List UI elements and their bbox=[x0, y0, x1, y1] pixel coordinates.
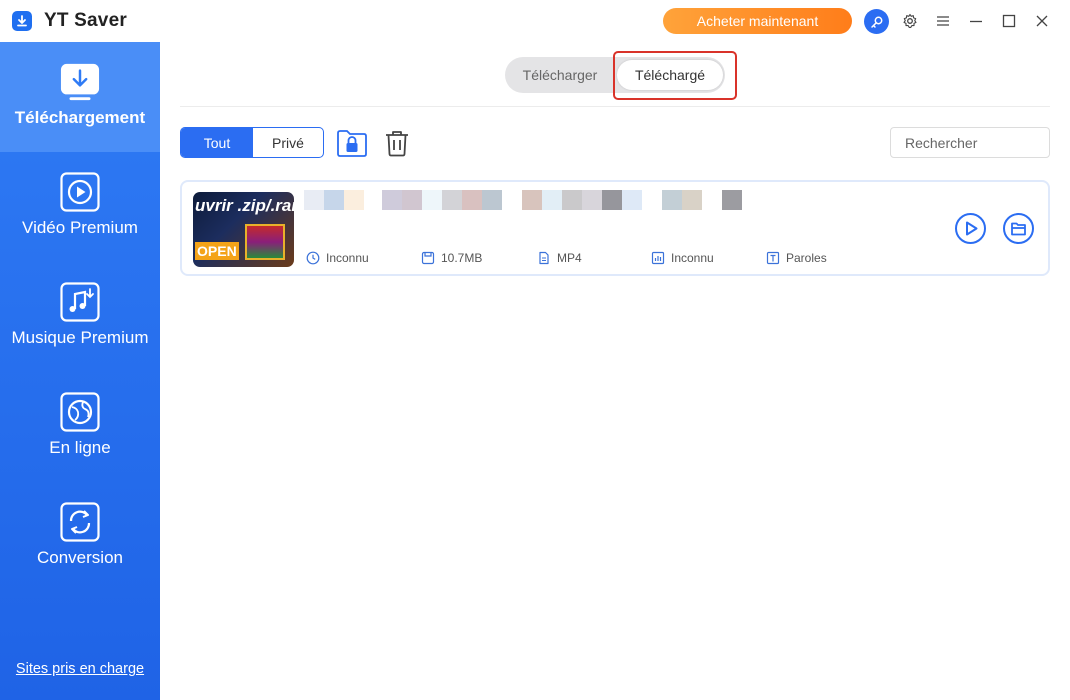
download-item-card[interactable]: uvrir .zip/.rar OPEN Inconnu 10.7MB MP4 … bbox=[180, 180, 1050, 276]
thumbnail-badge: OPEN bbox=[195, 242, 239, 260]
thumbnail-text: uvrir .zip/.rar bbox=[195, 196, 294, 215]
size-meta: 10.7MB bbox=[421, 251, 482, 265]
sidebar-item-label: Musique Premium bbox=[11, 328, 149, 347]
play-icon bbox=[60, 172, 100, 212]
quality-value: Inconnu bbox=[671, 251, 714, 265]
video-thumbnail[interactable]: uvrir .zip/.rar OPEN bbox=[193, 192, 294, 267]
sidebar-item-musique-premium[interactable]: Musique Premium bbox=[0, 262, 160, 372]
folder-icon bbox=[1003, 213, 1034, 244]
trash-icon[interactable] bbox=[384, 129, 410, 157]
subtitles-value: Paroles bbox=[786, 251, 827, 265]
disk-icon bbox=[421, 251, 435, 265]
sidebar-item-label: Vidéo Premium bbox=[22, 218, 138, 237]
format-value: MP4 bbox=[557, 251, 582, 265]
duration-meta: Inconnu bbox=[306, 251, 369, 265]
sidebar-item-label: Conversion bbox=[37, 548, 123, 567]
buy-now-button[interactable]: Acheter maintenant bbox=[663, 8, 852, 34]
sidebar-item-label: Téléchargement bbox=[14, 108, 146, 127]
sidebar-item-video-premium[interactable]: Vidéo Premium bbox=[0, 152, 160, 262]
size-value: 10.7MB bbox=[441, 251, 483, 265]
minimize-icon[interactable] bbox=[966, 11, 986, 31]
tab-telecharger[interactable]: Télécharger bbox=[505, 57, 615, 93]
duration-value: Inconnu bbox=[326, 251, 369, 265]
lock-folder-icon[interactable] bbox=[336, 128, 368, 158]
filter-toggle: Tout Privé bbox=[180, 127, 324, 158]
open-folder-button[interactable] bbox=[1002, 212, 1035, 245]
file-icon bbox=[539, 251, 549, 265]
convert-icon bbox=[60, 502, 100, 542]
play-circle-icon bbox=[955, 213, 986, 244]
play-button[interactable] bbox=[954, 212, 987, 245]
app-title: YT Saver bbox=[44, 10, 127, 31]
format-meta: MP4 bbox=[537, 251, 582, 265]
title-bar: YT Saver Acheter maintenant bbox=[0, 0, 1070, 42]
sidebar-item-telechargement[interactable]: Téléchargement bbox=[0, 42, 160, 152]
clock-icon bbox=[306, 251, 320, 265]
filter-private-button[interactable]: Privé bbox=[253, 128, 323, 157]
divider bbox=[180, 106, 1050, 107]
supported-sites-link[interactable]: Sites pris en charge bbox=[0, 661, 160, 677]
app-logo-icon bbox=[12, 11, 32, 31]
archive-icon bbox=[245, 224, 285, 260]
close-icon[interactable] bbox=[1032, 11, 1052, 31]
quality-meta: Inconnu bbox=[651, 251, 714, 265]
sidebar: Téléchargement Vidéo Premium Musique Pre… bbox=[0, 42, 160, 700]
sidebar-item-conversion[interactable]: Conversion bbox=[0, 482, 160, 592]
subtitles-meta: Paroles bbox=[766, 251, 827, 265]
globe-icon bbox=[60, 392, 100, 432]
music-icon bbox=[60, 282, 100, 322]
sidebar-item-label: En ligne bbox=[49, 438, 111, 457]
download-icon bbox=[60, 62, 100, 102]
highlight-box bbox=[613, 51, 737, 100]
maximize-icon[interactable] bbox=[999, 11, 1019, 31]
key-icon[interactable] bbox=[864, 9, 889, 34]
sidebar-item-en-ligne[interactable]: En ligne bbox=[0, 372, 160, 482]
text-icon bbox=[766, 251, 780, 265]
gear-icon[interactable] bbox=[900, 11, 920, 31]
quality-icon bbox=[651, 251, 665, 265]
search-input[interactable] bbox=[890, 127, 1050, 158]
menu-icon[interactable] bbox=[933, 11, 953, 31]
blurred-title bbox=[304, 190, 742, 212]
filter-all-button[interactable]: Tout bbox=[181, 128, 253, 157]
